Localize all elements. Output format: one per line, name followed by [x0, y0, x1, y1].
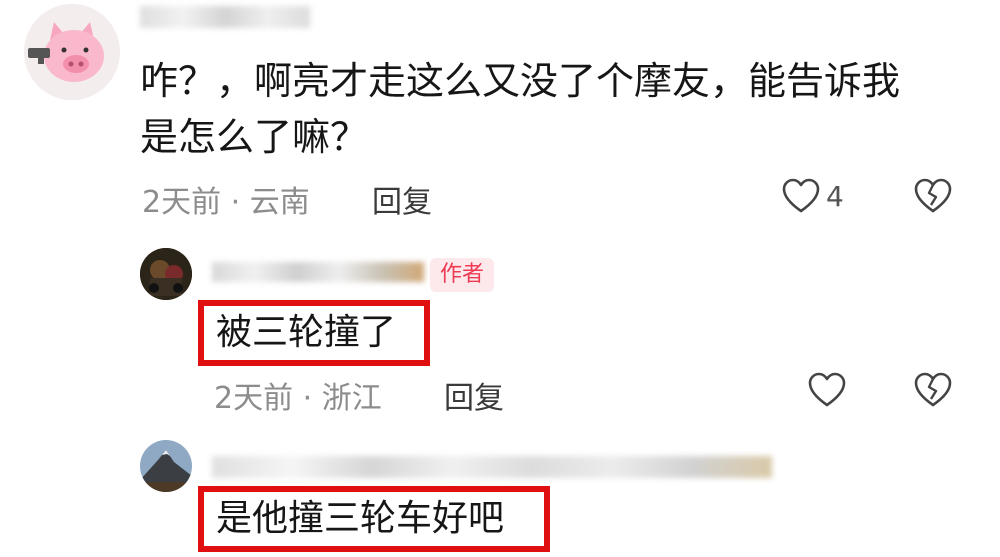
comment-text-line2: 是怎么了嘛？ — [140, 115, 369, 159]
reply-username-blurred[interactable] — [212, 456, 772, 478]
like-button[interactable] — [782, 178, 820, 214]
like-count: 4 — [826, 180, 844, 213]
comment-text-line1: 咋？，啊亮才走这么又没了个摩友，能告诉我 — [140, 59, 901, 103]
username-blurred[interactable] — [140, 6, 310, 28]
mountain-avatar-image — [140, 440, 192, 492]
reply-text-highlighted-2: 是他撞三轮车好吧 — [198, 486, 550, 552]
dislike-button-2[interactable] — [914, 372, 952, 408]
author-avatar-image — [140, 248, 192, 300]
comment-time-location: 2天前 · 云南 — [142, 185, 310, 220]
broken-heart-icon — [914, 372, 952, 407]
avatar-pig[interactable] — [24, 4, 120, 100]
reply-button[interactable]: 回复 — [372, 177, 432, 221]
author-badge: 作者 — [430, 258, 495, 292]
heart-icon — [808, 372, 846, 407]
heart-icon — [782, 178, 820, 213]
avatar-mountain[interactable] — [140, 440, 192, 492]
dislike-button[interactable] — [914, 178, 952, 214]
reply-time-location: 2天前 · 浙江 — [214, 381, 382, 416]
like-button-2[interactable] — [808, 372, 846, 408]
avatar-author[interactable] — [140, 248, 192, 300]
reply-text-highlighted: 被三轮撞了 — [198, 300, 430, 366]
author-username-blurred[interactable] — [212, 262, 424, 282]
pig-icon — [24, 4, 120, 100]
broken-heart-icon — [914, 178, 952, 213]
reply-button-2[interactable]: 回复 — [444, 373, 504, 417]
